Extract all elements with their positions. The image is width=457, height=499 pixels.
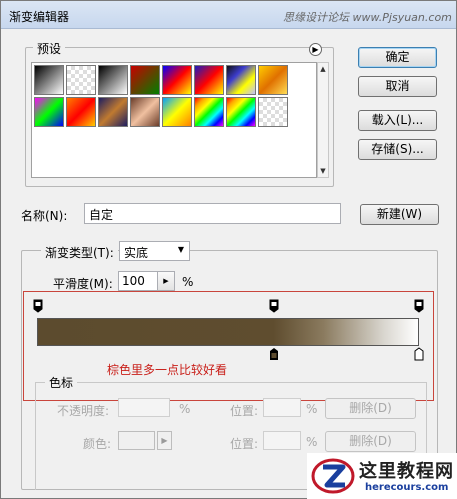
preset-swatch[interactable] (226, 65, 256, 95)
preset-swatch[interactable] (130, 65, 160, 95)
opacity-location-input[interactable] (263, 398, 301, 417)
gradient-type-value: 实底 (124, 246, 149, 260)
preset-swatch[interactable] (34, 97, 64, 127)
opacity-location-label: 位置: (230, 404, 259, 418)
scroll-up-arrow-icon[interactable]: ▲ (318, 63, 328, 75)
preset-swatch[interactable] (258, 97, 288, 127)
save-button[interactable]: 存储(S)... (358, 139, 437, 160)
color-stop-brown-icon[interactable] (269, 347, 279, 361)
name-label: 名称(N): (21, 209, 68, 223)
watermark-text: 思缘设计论坛 www.Pjsyuan.com (283, 11, 452, 24)
color-location-label: 位置: (230, 437, 259, 451)
preset-swatch[interactable] (130, 97, 160, 127)
cancel-button[interactable]: 取消 (358, 76, 437, 97)
gradient-type-select[interactable]: 实底 ▼ (119, 241, 190, 261)
gradient-type-label: 渐变类型(T): (41, 244, 118, 261)
color-stop-white-icon[interactable] (414, 347, 424, 361)
smoothness-unit: % (182, 275, 194, 289)
preset-swatch[interactable] (162, 65, 192, 95)
preset-swatch[interactable] (226, 97, 256, 127)
color-stop-label: 色标 (45, 374, 78, 391)
preset-swatch[interactable] (194, 65, 224, 95)
z-logo-icon (311, 458, 355, 494)
preset-swatch[interactable] (162, 97, 192, 127)
window-title: 渐变编辑器 (9, 10, 70, 24)
color-label: 颜色: (83, 437, 112, 451)
preset-swatch[interactable] (66, 97, 96, 127)
preset-swatch[interactable] (66, 65, 96, 95)
load-button[interactable]: 载入(L)... (358, 110, 437, 131)
logo-sub-text: herecours.com (365, 482, 449, 493)
preset-swatch[interactable] (258, 65, 288, 95)
chevron-down-icon: ▼ (177, 245, 184, 254)
opacity-location-unit: % (306, 402, 318, 416)
color-location-unit: % (306, 435, 318, 449)
preset-swatch[interactable] (194, 97, 224, 127)
opacity-label: 不透明度: (57, 404, 110, 418)
preset-swatch[interactable] (34, 65, 64, 95)
new-button[interactable]: 新建(W) (360, 204, 439, 225)
ok-button[interactable]: 确定 (358, 47, 437, 68)
delete-color-stop-button[interactable]: 删除(D) (325, 431, 416, 452)
color-picker-arrow-icon[interactable]: ▶ (157, 431, 172, 450)
name-input[interactable]: 自定 (84, 203, 341, 224)
preset-scrollbar[interactable]: ▲ ▼ (317, 62, 329, 178)
presets-label: 预设 (33, 40, 66, 57)
logo-main-text: 这里教程网 (359, 461, 454, 482)
site-logo: 这里教程网 herecours.com (307, 453, 457, 499)
title-bar[interactable]: 渐变编辑器 思缘设计论坛 www.Pjsyuan.com (1, 1, 456, 29)
opacity-stop-right-icon[interactable] (414, 299, 424, 313)
opacity-input[interactable] (118, 398, 170, 417)
gradient-preview-bar[interactable] (37, 318, 419, 346)
scroll-down-arrow-icon[interactable]: ▼ (318, 165, 328, 177)
annotation-text: 棕色里多一点比较好看 (107, 363, 228, 377)
preset-swatch[interactable] (98, 97, 128, 127)
smoothness-slider-arrow-icon[interactable]: ▶ (157, 271, 175, 291)
gradient-editor-window: 渐变编辑器 思缘设计论坛 www.Pjsyuan.com 预设 ▶ ▲ ▼ 确定… (0, 0, 457, 499)
opacity-stop-middle-icon[interactable] (269, 299, 279, 313)
presets-menu-icon[interactable]: ▶ (309, 43, 322, 56)
opacity-stop-left-icon[interactable] (33, 299, 43, 313)
preset-swatch[interactable] (98, 65, 128, 95)
color-well[interactable] (118, 431, 155, 450)
preset-swatch-list (31, 62, 317, 178)
smoothness-label: 平滑度(M): (53, 277, 113, 291)
delete-opacity-stop-button[interactable]: 删除(D) (325, 398, 416, 419)
color-location-input[interactable] (263, 431, 301, 450)
smoothness-input[interactable]: 100 (118, 271, 158, 291)
opacity-unit: % (179, 402, 191, 416)
